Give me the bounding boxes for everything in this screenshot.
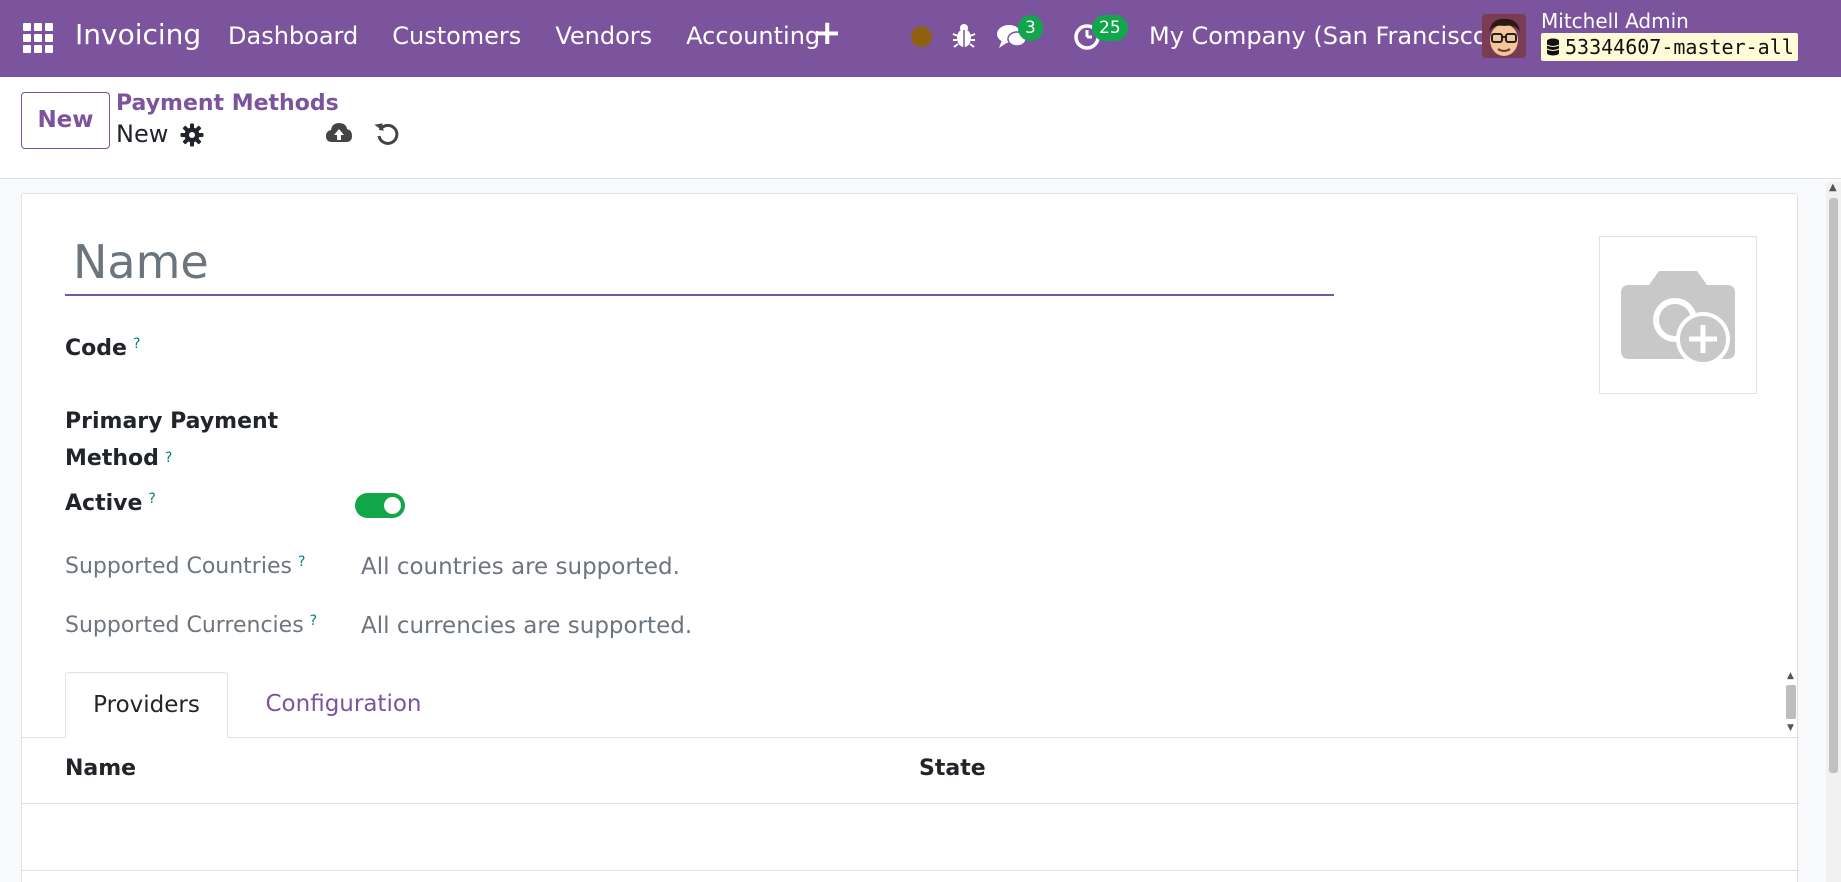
- breadcrumb-payment-methods[interactable]: Payment Methods: [116, 91, 339, 116]
- primary-help-icon[interactable]: ?: [165, 450, 172, 466]
- notebook-tabs: Providers Configuration: [22, 672, 1799, 738]
- primary-payment-method-label: Primary Payment Method?: [65, 403, 278, 477]
- primary-label-line2: Method: [65, 446, 159, 471]
- database-icon: [1546, 38, 1560, 56]
- name-input[interactable]: [65, 232, 1334, 292]
- activity-count-badge: 25: [1092, 15, 1128, 41]
- page-scrollbar[interactable]: ▲: [1826, 182, 1841, 882]
- currencies-help-icon[interactable]: ?: [310, 613, 317, 629]
- menu-vendors[interactable]: Vendors: [555, 22, 652, 50]
- tabs-scrollbar[interactable]: ▲ ▼: [1784, 671, 1798, 734]
- company-switcher[interactable]: My Company (San Francisco): [1149, 22, 1497, 50]
- menu-dashboard[interactable]: Dashboard: [228, 22, 358, 50]
- plus-icon[interactable]: +: [813, 16, 842, 50]
- database-label: 53344607-master-all: [1541, 33, 1798, 61]
- table-empty-row: [22, 805, 1799, 871]
- camera-add-icon: [1621, 271, 1735, 366]
- status-dot-icon[interactable]: [911, 26, 932, 47]
- app-grid-icon[interactable]: [23, 23, 53, 53]
- menu-customers[interactable]: Customers: [392, 22, 521, 50]
- countries-label-text: Supported Countries: [65, 554, 292, 579]
- user-name[interactable]: Mitchell Admin: [1541, 9, 1689, 33]
- gear-icon[interactable]: [180, 123, 204, 147]
- name-field-wrapper: [65, 232, 1334, 296]
- active-help-icon[interactable]: ?: [148, 491, 155, 507]
- supported-currencies-value: All currencies are supported.: [361, 613, 693, 639]
- top-navbar: Invoicing Dashboard Customers Vendors Ac…: [0, 0, 1841, 77]
- providers-table-header: Name State: [22, 738, 1799, 804]
- breadcrumb-current: New: [116, 120, 169, 148]
- image-upload[interactable]: [1599, 236, 1757, 394]
- form-sheet: Code? Primary Payment Method? Active? Su…: [21, 193, 1799, 882]
- discard-undo-icon[interactable]: [374, 120, 400, 146]
- toggle-knob: [384, 497, 401, 514]
- tab-configuration[interactable]: Configuration: [256, 672, 431, 738]
- tab-providers[interactable]: Providers: [65, 672, 228, 738]
- countries-help-icon[interactable]: ?: [298, 554, 305, 570]
- new-button[interactable]: New: [21, 92, 110, 149]
- cloud-upload-icon[interactable]: [325, 120, 353, 146]
- code-label-text: Code: [65, 336, 127, 361]
- currencies-label-text: Supported Currencies: [65, 613, 304, 638]
- code-label: Code?: [65, 336, 140, 361]
- menu-accounting[interactable]: Accounting: [686, 22, 820, 50]
- column-state[interactable]: State: [919, 756, 986, 781]
- app-name[interactable]: Invoicing: [75, 18, 201, 51]
- active-label: Active?: [65, 491, 156, 516]
- primary-label-line1: Primary Payment: [65, 409, 279, 434]
- main-menu: Dashboard Customers Vendors Accounting: [228, 22, 854, 50]
- supported-countries-label: Supported Countries?: [65, 554, 305, 579]
- database-name: 53344607-master-all: [1565, 35, 1794, 59]
- column-name[interactable]: Name: [65, 756, 136, 781]
- code-help-icon[interactable]: ?: [133, 336, 140, 352]
- supported-currencies-label: Supported Currencies?: [65, 613, 317, 638]
- active-toggle[interactable]: [355, 493, 405, 518]
- control-panel: New Payment Methods New: [0, 77, 1841, 179]
- bug-icon[interactable]: [951, 22, 977, 50]
- chat-count-badge: 3: [1018, 15, 1043, 41]
- supported-countries-value: All countries are supported.: [361, 554, 680, 580]
- active-label-text: Active: [65, 491, 143, 516]
- user-avatar[interactable]: [1482, 14, 1526, 58]
